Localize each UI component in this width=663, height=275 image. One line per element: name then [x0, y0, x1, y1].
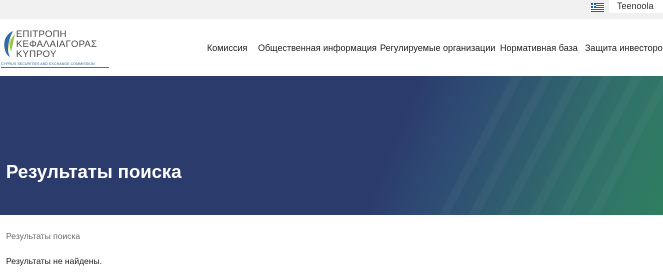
- top-utility-bar: Teenoola: [0, 0, 663, 19]
- nav-item-commission[interactable]: Комиссия: [207, 43, 247, 53]
- page-hero-banner: Результаты поиска: [0, 76, 663, 215]
- user-name-link[interactable]: Teenoola: [617, 1, 654, 11]
- site-header: ΕΠΙΤΡΟΠΗ ΚΕΦΑΛΑΙΑΓΟΡΑΣ ΚΥΠΡΟΥ CYPRUS SEC…: [0, 19, 663, 76]
- logo-subtitle: CYPRUS SECURITIES AND EXCHANGE COMMISSIO…: [1, 62, 95, 66]
- page-title: Результаты поиска: [6, 161, 182, 182]
- cysec-logo[interactable]: ΕΠΙΤΡΟΠΗ ΚΕΦΑΛΑΙΑΓΟΡΑΣ ΚΥΠΡΟΥ CYPRUS SEC…: [0, 26, 115, 74]
- nav-item-public-information[interactable]: Общественная информация: [258, 43, 377, 53]
- nav-item-legal-framework[interactable]: Нормативная база: [500, 43, 578, 53]
- logo-underline: [1, 67, 109, 68]
- logo-mark-icon: [4, 31, 15, 57]
- nav-item-investor-protection[interactable]: Защита инвесторов: [585, 43, 663, 53]
- hero-decor-stripe: [567, 76, 663, 215]
- logo-text-line3: ΚΥΠΡΟΥ: [16, 49, 57, 60]
- nav-item-regulated-entities[interactable]: Регулируемые организации: [380, 43, 495, 53]
- breadcrumb: Результаты поиска: [6, 231, 81, 241]
- no-results-message: Результаты не найдены.: [6, 256, 102, 266]
- greek-flag-icon[interactable]: [591, 3, 604, 12]
